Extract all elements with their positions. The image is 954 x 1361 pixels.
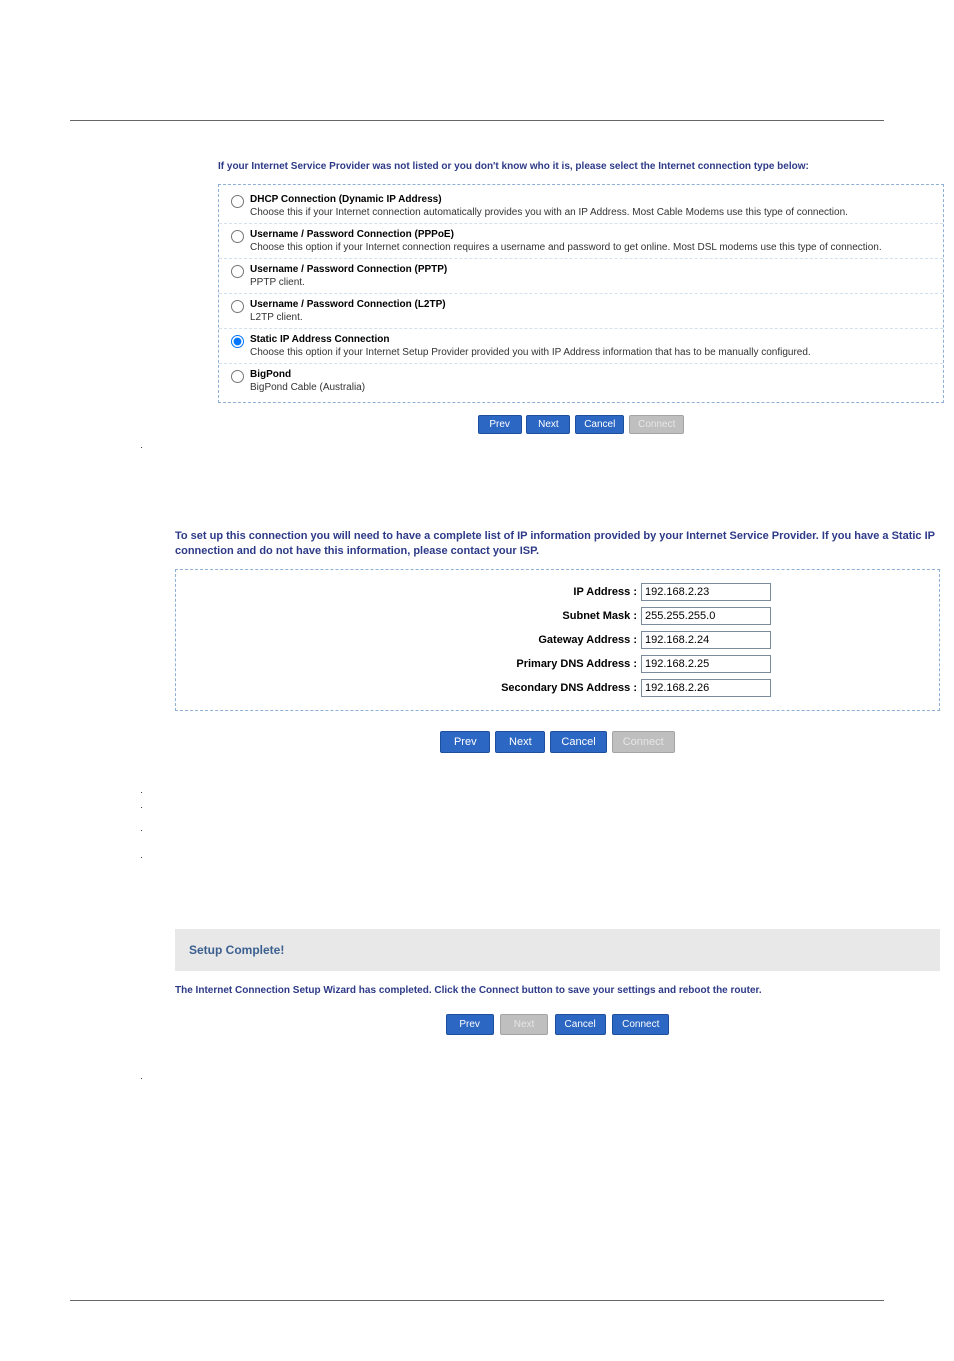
form-label: Gateway Address : <box>176 634 641 646</box>
form-input[interactable] <box>641 679 771 697</box>
connection-option[interactable]: Username / Password Connection (PPTP)PPT… <box>219 258 943 293</box>
connect-button: Connect <box>629 415 684 434</box>
connection-type-section: If your Internet Service Provider was no… <box>218 161 944 434</box>
form-row: IP Address : <box>176 580 846 604</box>
connection-option[interactable]: Username / Password Connection (PPPoE)Ch… <box>219 223 943 258</box>
static-ip-form: IP Address : Subnet Mask : Gateway Address… <box>175 569 940 711</box>
section2-button-row: Prev Next Cancel Connect <box>175 731 940 753</box>
form-label: Subnet Mask : <box>176 610 641 622</box>
form-row: Subnet Mask : <box>176 604 846 628</box>
connection-option-desc: PPTP client. <box>250 276 935 289</box>
section1-title: If your Internet Service Provider was no… <box>218 161 944 172</box>
connect-button[interactable]: Connect <box>612 1014 669 1035</box>
form-input[interactable] <box>641 631 771 649</box>
cancel-button[interactable]: Cancel <box>550 731 606 753</box>
bullet-group-5 <box>150 1075 954 1080</box>
setup-complete-text: The Internet Connection Setup Wizard has… <box>175 985 940 996</box>
form-row: Primary DNS Address : <box>176 652 846 676</box>
form-row: Gateway Address : <box>176 628 846 652</box>
connection-option[interactable]: Static IP Address ConnectionChoose this … <box>219 328 943 363</box>
connection-radio[interactable] <box>231 335 244 348</box>
connection-radio[interactable] <box>231 195 244 208</box>
section1-button-row: Prev Next Cancel Connect <box>218 415 944 434</box>
form-input[interactable] <box>641 583 771 601</box>
cancel-button[interactable]: Cancel <box>555 1014 606 1035</box>
bullet-group-4 <box>150 854 954 859</box>
connection-radio[interactable] <box>231 370 244 383</box>
section3-button-row: Prev Next Cancel Connect <box>175 1014 940 1035</box>
prev-button[interactable]: Prev <box>446 1014 494 1035</box>
connection-option-desc: L2TP client. <box>250 311 935 324</box>
connection-option-desc: Choose this option if your Internet Setu… <box>250 346 935 359</box>
cancel-button[interactable]: Cancel <box>575 415 624 434</box>
form-label: Primary DNS Address : <box>176 658 641 670</box>
bullet-group-3 <box>150 827 954 832</box>
bullet-item <box>150 789 954 794</box>
connection-radio[interactable] <box>231 300 244 313</box>
form-input[interactable] <box>641 607 771 625</box>
connection-radio[interactable] <box>231 230 244 243</box>
next-button: Next <box>500 1014 548 1035</box>
divider-top <box>70 120 884 121</box>
connection-option-title: BigPond <box>250 368 935 381</box>
form-row: Secondary DNS Address : <box>176 676 846 700</box>
connection-option-title: Static IP Address Connection <box>250 333 935 346</box>
divider-bottom <box>70 1300 884 1301</box>
next-button[interactable]: Next <box>526 415 570 434</box>
bullet-group-1 <box>150 444 954 449</box>
connection-radio[interactable] <box>231 265 244 278</box>
connect-button: Connect <box>612 731 675 753</box>
connection-option-desc: Choose this if your Internet connection … <box>250 206 935 219</box>
form-label: IP Address : <box>176 586 641 598</box>
connection-option[interactable]: BigPondBigPond Cable (Australia) <box>219 363 943 398</box>
bullet-group-2 <box>150 789 954 809</box>
connection-option-title: Username / Password Connection (L2TP) <box>250 298 935 311</box>
connection-option-desc: Choose this option if your Internet conn… <box>250 241 935 254</box>
bullet-item <box>150 854 954 859</box>
connection-option-title: Username / Password Connection (PPPoE) <box>250 228 935 241</box>
prev-button[interactable]: Prev <box>440 731 490 753</box>
next-button[interactable]: Next <box>495 731 545 753</box>
setup-complete-section: Setup Complete! The Internet Connection … <box>175 929 940 1035</box>
bullet-item <box>150 804 954 809</box>
connection-option-title: Username / Password Connection (PPTP) <box>250 263 935 276</box>
setup-complete-title: Setup Complete! <box>189 943 284 957</box>
connection-option[interactable]: DHCP Connection (Dynamic IP Address)Choo… <box>219 189 943 223</box>
prev-button[interactable]: Prev <box>478 415 522 434</box>
bullet-item <box>150 1075 954 1080</box>
bullet-item <box>150 827 954 832</box>
bullet-item <box>150 444 954 449</box>
connection-option-title: DHCP Connection (Dynamic IP Address) <box>250 193 935 206</box>
form-input[interactable] <box>641 655 771 673</box>
section2-title: To set up this connection you will need … <box>175 529 944 559</box>
options-box: DHCP Connection (Dynamic IP Address)Choo… <box>218 184 944 403</box>
form-label: Secondary DNS Address : <box>176 682 641 694</box>
connection-option-desc: BigPond Cable (Australia) <box>250 381 935 394</box>
static-ip-section: To set up this connection you will need … <box>175 529 944 753</box>
connection-option[interactable]: Username / Password Connection (L2TP)L2T… <box>219 293 943 328</box>
setup-complete-bar: Setup Complete! <box>175 929 940 971</box>
